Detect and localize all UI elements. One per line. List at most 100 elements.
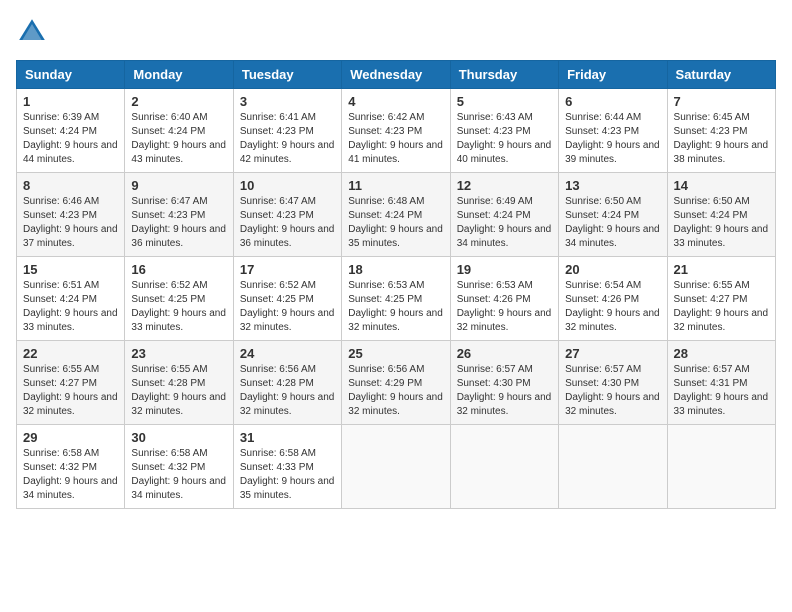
day-number: 27 — [565, 346, 660, 361]
calendar-cell: 29 Sunrise: 6:58 AMSunset: 4:32 PMDaylig… — [17, 425, 125, 509]
day-info: Sunrise: 6:46 AMSunset: 4:23 PMDaylight:… — [23, 195, 118, 251]
day-info: Sunrise: 6:52 AMSunset: 4:25 PMDaylight:… — [240, 279, 335, 335]
day-number: 25 — [348, 346, 443, 361]
calendar-cell: 23 Sunrise: 6:55 AMSunset: 4:28 PMDaylig… — [125, 341, 233, 425]
day-number: 8 — [23, 178, 118, 193]
day-number: 3 — [240, 94, 335, 109]
calendar-cell: 31 Sunrise: 6:58 AMSunset: 4:33 PMDaylig… — [233, 425, 341, 509]
day-info: Sunrise: 6:50 AMSunset: 4:24 PMDaylight:… — [674, 195, 769, 251]
day-number: 2 — [131, 94, 226, 109]
day-number: 7 — [674, 94, 769, 109]
day-number: 10 — [240, 178, 335, 193]
day-number: 17 — [240, 262, 335, 277]
day-number: 22 — [23, 346, 118, 361]
calendar-cell — [667, 425, 775, 509]
day-of-week-header: Monday — [125, 61, 233, 89]
calendar-week-row: 22 Sunrise: 6:55 AMSunset: 4:27 PMDaylig… — [17, 341, 776, 425]
day-info: Sunrise: 6:54 AMSunset: 4:26 PMDaylight:… — [565, 279, 660, 335]
calendar-cell: 5 Sunrise: 6:43 AMSunset: 4:23 PMDayligh… — [450, 89, 558, 173]
day-number: 14 — [674, 178, 769, 193]
day-number: 9 — [131, 178, 226, 193]
day-info: Sunrise: 6:58 AMSunset: 4:32 PMDaylight:… — [23, 447, 118, 503]
calendar-cell: 26 Sunrise: 6:57 AMSunset: 4:30 PMDaylig… — [450, 341, 558, 425]
day-info: Sunrise: 6:52 AMSunset: 4:25 PMDaylight:… — [131, 279, 226, 335]
calendar-week-row: 15 Sunrise: 6:51 AMSunset: 4:24 PMDaylig… — [17, 257, 776, 341]
page-header — [16, 16, 776, 48]
day-number: 20 — [565, 262, 660, 277]
day-info: Sunrise: 6:39 AMSunset: 4:24 PMDaylight:… — [23, 111, 118, 167]
calendar-cell — [342, 425, 450, 509]
day-number: 5 — [457, 94, 552, 109]
calendar-cell: 7 Sunrise: 6:45 AMSunset: 4:23 PMDayligh… — [667, 89, 775, 173]
day-info: Sunrise: 6:47 AMSunset: 4:23 PMDaylight:… — [240, 195, 335, 251]
day-number: 29 — [23, 430, 118, 445]
day-of-week-header: Thursday — [450, 61, 558, 89]
calendar-cell: 3 Sunrise: 6:41 AMSunset: 4:23 PMDayligh… — [233, 89, 341, 173]
calendar-cell: 22 Sunrise: 6:55 AMSunset: 4:27 PMDaylig… — [17, 341, 125, 425]
calendar-cell: 16 Sunrise: 6:52 AMSunset: 4:25 PMDaylig… — [125, 257, 233, 341]
day-number: 4 — [348, 94, 443, 109]
day-number: 1 — [23, 94, 118, 109]
day-number: 11 — [348, 178, 443, 193]
day-number: 13 — [565, 178, 660, 193]
calendar-cell — [450, 425, 558, 509]
day-number: 18 — [348, 262, 443, 277]
day-number: 19 — [457, 262, 552, 277]
calendar-cell: 6 Sunrise: 6:44 AMSunset: 4:23 PMDayligh… — [559, 89, 667, 173]
day-info: Sunrise: 6:55 AMSunset: 4:27 PMDaylight:… — [674, 279, 769, 335]
day-number: 16 — [131, 262, 226, 277]
calendar-week-row: 1 Sunrise: 6:39 AMSunset: 4:24 PMDayligh… — [17, 89, 776, 173]
calendar-cell: 30 Sunrise: 6:58 AMSunset: 4:32 PMDaylig… — [125, 425, 233, 509]
day-number: 26 — [457, 346, 552, 361]
calendar-cell: 17 Sunrise: 6:52 AMSunset: 4:25 PMDaylig… — [233, 257, 341, 341]
day-number: 15 — [23, 262, 118, 277]
logo — [16, 16, 52, 48]
calendar-cell: 19 Sunrise: 6:53 AMSunset: 4:26 PMDaylig… — [450, 257, 558, 341]
calendar-cell: 27 Sunrise: 6:57 AMSunset: 4:30 PMDaylig… — [559, 341, 667, 425]
day-info: Sunrise: 6:50 AMSunset: 4:24 PMDaylight:… — [565, 195, 660, 251]
day-number: 24 — [240, 346, 335, 361]
day-number: 21 — [674, 262, 769, 277]
logo-icon — [16, 16, 48, 48]
calendar-cell: 15 Sunrise: 6:51 AMSunset: 4:24 PMDaylig… — [17, 257, 125, 341]
calendar-cell: 28 Sunrise: 6:57 AMSunset: 4:31 PMDaylig… — [667, 341, 775, 425]
day-number: 6 — [565, 94, 660, 109]
calendar-week-row: 8 Sunrise: 6:46 AMSunset: 4:23 PMDayligh… — [17, 173, 776, 257]
day-info: Sunrise: 6:56 AMSunset: 4:29 PMDaylight:… — [348, 363, 443, 419]
day-info: Sunrise: 6:57 AMSunset: 4:31 PMDaylight:… — [674, 363, 769, 419]
calendar-cell: 8 Sunrise: 6:46 AMSunset: 4:23 PMDayligh… — [17, 173, 125, 257]
day-number: 12 — [457, 178, 552, 193]
day-of-week-header: Saturday — [667, 61, 775, 89]
day-info: Sunrise: 6:41 AMSunset: 4:23 PMDaylight:… — [240, 111, 335, 167]
day-number: 23 — [131, 346, 226, 361]
day-info: Sunrise: 6:55 AMSunset: 4:27 PMDaylight:… — [23, 363, 118, 419]
day-info: Sunrise: 6:56 AMSunset: 4:28 PMDaylight:… — [240, 363, 335, 419]
day-number: 28 — [674, 346, 769, 361]
calendar-cell: 11 Sunrise: 6:48 AMSunset: 4:24 PMDaylig… — [342, 173, 450, 257]
calendar-cell: 24 Sunrise: 6:56 AMSunset: 4:28 PMDaylig… — [233, 341, 341, 425]
calendar-cell: 9 Sunrise: 6:47 AMSunset: 4:23 PMDayligh… — [125, 173, 233, 257]
day-info: Sunrise: 6:58 AMSunset: 4:33 PMDaylight:… — [240, 447, 335, 503]
calendar-cell: 20 Sunrise: 6:54 AMSunset: 4:26 PMDaylig… — [559, 257, 667, 341]
calendar-cell: 4 Sunrise: 6:42 AMSunset: 4:23 PMDayligh… — [342, 89, 450, 173]
calendar-cell: 25 Sunrise: 6:56 AMSunset: 4:29 PMDaylig… — [342, 341, 450, 425]
calendar-cell: 1 Sunrise: 6:39 AMSunset: 4:24 PMDayligh… — [17, 89, 125, 173]
calendar-cell: 2 Sunrise: 6:40 AMSunset: 4:24 PMDayligh… — [125, 89, 233, 173]
day-of-week-header: Friday — [559, 61, 667, 89]
day-info: Sunrise: 6:57 AMSunset: 4:30 PMDaylight:… — [457, 363, 552, 419]
day-info: Sunrise: 6:44 AMSunset: 4:23 PMDaylight:… — [565, 111, 660, 167]
day-of-week-header: Sunday — [17, 61, 125, 89]
day-of-week-header: Tuesday — [233, 61, 341, 89]
day-info: Sunrise: 6:47 AMSunset: 4:23 PMDaylight:… — [131, 195, 226, 251]
day-info: Sunrise: 6:53 AMSunset: 4:26 PMDaylight:… — [457, 279, 552, 335]
day-info: Sunrise: 6:49 AMSunset: 4:24 PMDaylight:… — [457, 195, 552, 251]
calendar-week-row: 29 Sunrise: 6:58 AMSunset: 4:32 PMDaylig… — [17, 425, 776, 509]
day-info: Sunrise: 6:55 AMSunset: 4:28 PMDaylight:… — [131, 363, 226, 419]
day-info: Sunrise: 6:48 AMSunset: 4:24 PMDaylight:… — [348, 195, 443, 251]
calendar-cell: 18 Sunrise: 6:53 AMSunset: 4:25 PMDaylig… — [342, 257, 450, 341]
day-number: 31 — [240, 430, 335, 445]
calendar-cell: 13 Sunrise: 6:50 AMSunset: 4:24 PMDaylig… — [559, 173, 667, 257]
calendar-cell: 10 Sunrise: 6:47 AMSunset: 4:23 PMDaylig… — [233, 173, 341, 257]
day-info: Sunrise: 6:53 AMSunset: 4:25 PMDaylight:… — [348, 279, 443, 335]
calendar-cell — [559, 425, 667, 509]
